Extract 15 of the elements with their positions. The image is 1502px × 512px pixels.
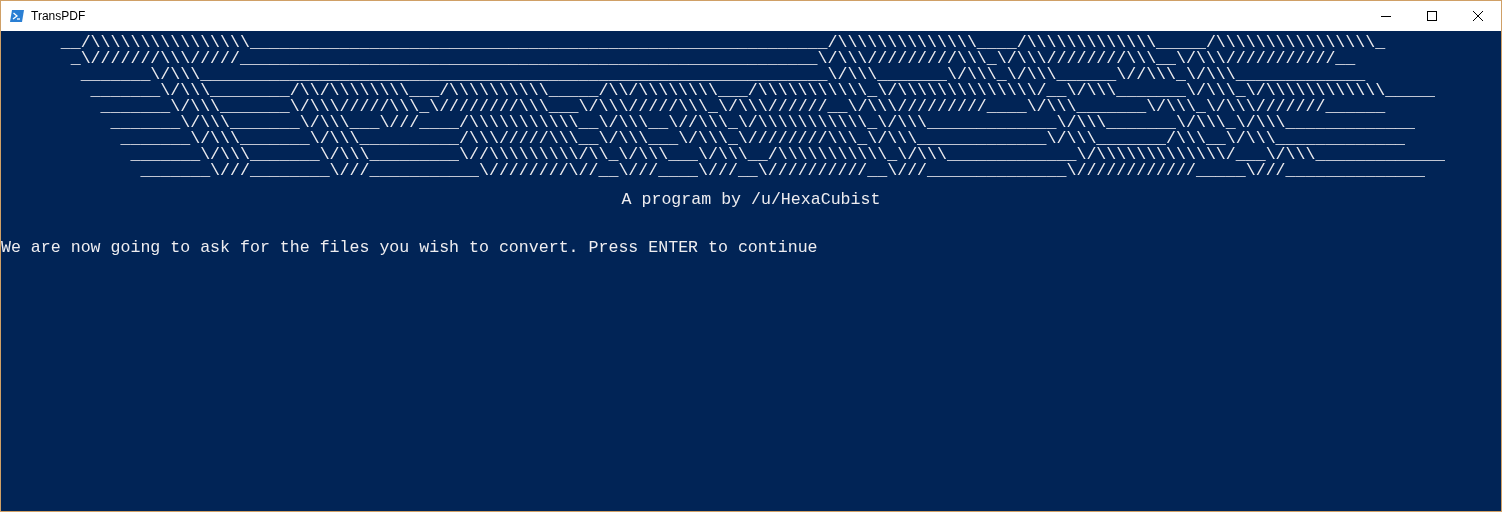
ascii-art-line: _______\/\\\_______\/\\\_________\//\\\\\\\\\/\\_\/\\\___\/\\\__/\\\\\\\\\\\_\/\\\_____________\/\\\\\\\\\\\\\/___\/\\\_____________ — [130, 145, 1445, 164]
ascii-art-line: __/\\\\\\\\\\\\\\\\__________________________________________________________/\\\\\\\\\\\\\\____/\\\\\\\\\\\\\_____/\\\\\\\\\\\\\\\\_ — [60, 33, 1386, 52]
close-icon — [1473, 11, 1483, 21]
ascii-art-line: _______\/\\\_______\/\\\__________/\\\/////\\\__\/\\\___\/\\\_\////////\\\_\/\\\_____________\/\\\_______/\\\__\/\\\_____________ — [120, 129, 1406, 148]
terminal-icon — [10, 10, 24, 22]
subtitle: A program by /u/HexaCubist — [621, 192, 881, 208]
ascii-art-line: _______\/\\\_______\/\\\/////\\\_\////////\\\___\/\\\/////\\\_\/\\\//////__\/\\\/////////____\/\\\_______\/\\\_\/\\\///////______ — [100, 97, 1386, 116]
window-title: TransPDF — [31, 8, 86, 25]
ascii-art-line: _\///////\\\/////__________________________________________________________\/\\\/////////\\\_\/\\\////////\\\__\/\\\///////////__ — [70, 49, 1356, 68]
ascii-art-line: _______\///________\///___________\////////\//__\///____\///__\//////////__\///______________\////////////_____\///______________ — [140, 161, 1425, 180]
maximize-icon — [1427, 11, 1437, 21]
console-message: We are now going to ask for the files you wish to convert. Press ENTER to continue — [1, 240, 818, 256]
ascii-art-line: _______\/\\\_______________________________________________________________\/\\\_______\/\\\_\/\\\______\//\\\_\/\\\_____________ — [80, 65, 1366, 84]
ascii-art-line: _______\/\\\_______\/\\\___\///____/\\\\\\\\\\\__\/\\\__\//\\\_\/\\\\\\\\\\\_\/\\\_____________\/\\\_______\/\\\_\/\\\_____________ — [110, 113, 1415, 132]
ascii-art-line: _______\/\\\________/\\/\\\\\\\\___/\\\\\\\\\\_____/\\/\\\\\\\\___/\\\\\\\\\\\_\/\\\\\\\\\\\\\\/__\/\\\_______\/\\\_\/\\\\\\\\\\\\_____ — [90, 81, 1435, 100]
